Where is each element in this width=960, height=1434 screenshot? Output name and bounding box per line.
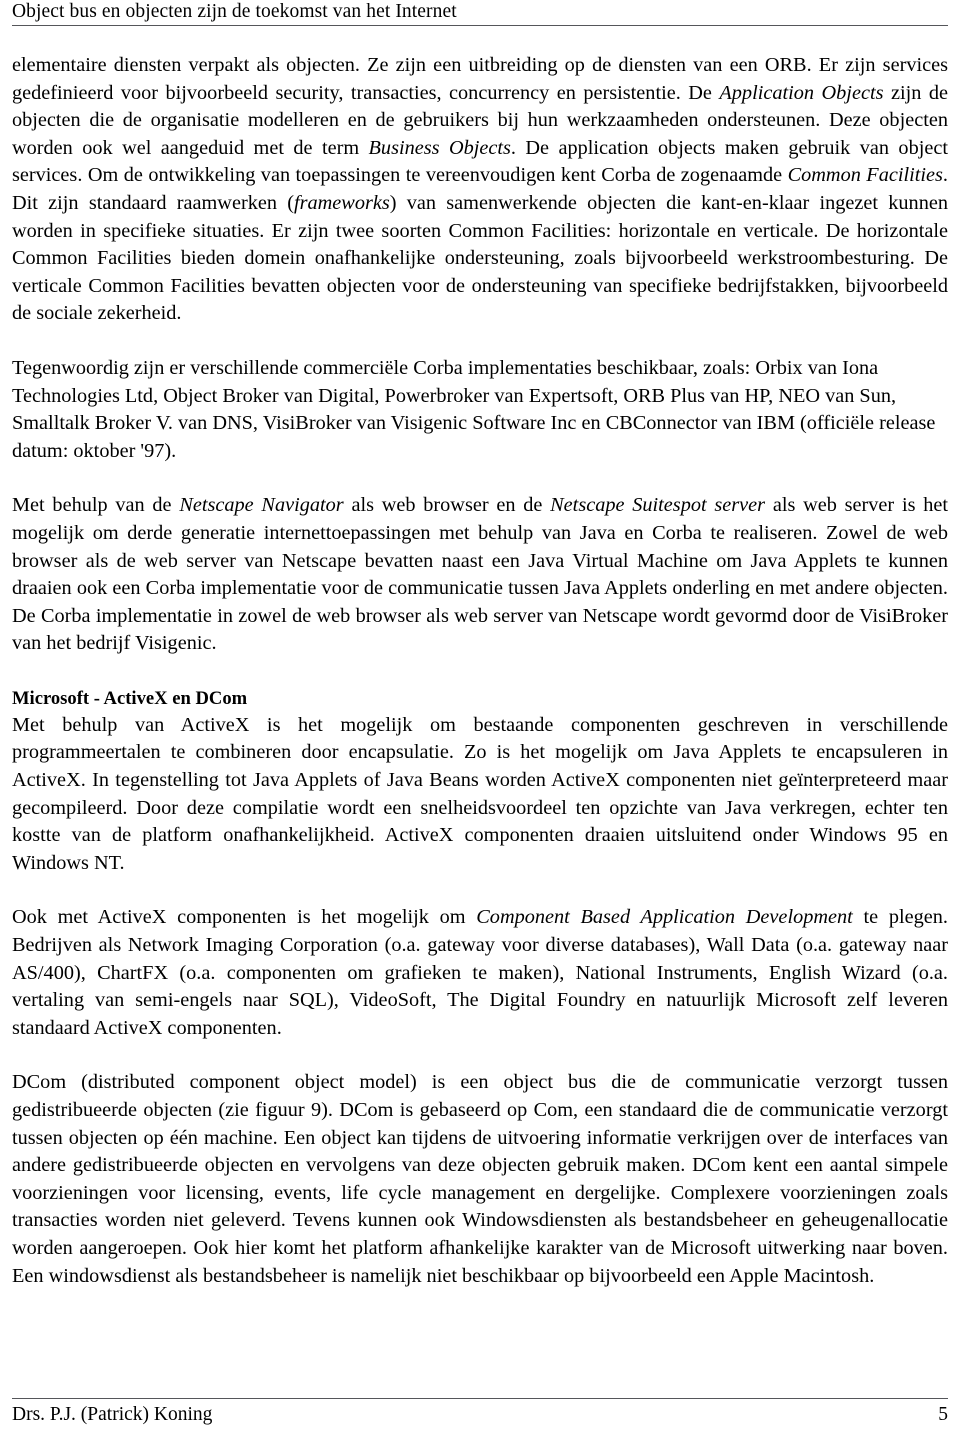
emphasis-netscape-navigator: Netscape Navigator bbox=[179, 494, 344, 517]
emphasis-frameworks: frameworks bbox=[293, 191, 390, 214]
page-body: elementaire diensten verpakt als objecte… bbox=[12, 52, 948, 1290]
header-divider bbox=[12, 25, 948, 26]
text-run: Met behulp van de bbox=[12, 494, 180, 517]
emphasis-component-based-application-development: Component Based Application Development bbox=[476, 906, 853, 929]
paragraph-corba-services: elementaire diensten verpakt als objecte… bbox=[12, 52, 948, 328]
text-run: als web browser en de bbox=[343, 494, 551, 517]
paragraph-component-based-development: Ook met ActiveX componenten is het mogel… bbox=[12, 904, 948, 1042]
emphasis-common-facilities: Common Facilities bbox=[787, 164, 943, 187]
section-heading-microsoft: Microsoft - ActiveX en DCom bbox=[12, 687, 248, 709]
paragraph-activex: Met behulp van ActiveX is het mogelijk o… bbox=[12, 713, 948, 874]
page-footer: Drs. P.J. (Patrick) Koning 5 bbox=[12, 1398, 948, 1428]
page-header: Object bus en objecten zijn de toekomst … bbox=[12, 0, 948, 26]
section-microsoft: Microsoft - ActiveX en DCom Met behulp v… bbox=[12, 685, 948, 878]
paragraph-netscape: Met behulp van de Netscape Navigator als… bbox=[12, 492, 948, 658]
header-title: Object bus en objecten zijn de toekomst … bbox=[12, 1, 457, 22]
emphasis-netscape-suitespot-server: Netscape Suitespot server bbox=[550, 494, 766, 517]
text-run: als web server is het mogelijk om derde … bbox=[12, 494, 949, 655]
paragraph-corba-implementations: Tegenwoordig zijn er verschillende comme… bbox=[12, 356, 936, 462]
document-page: Object bus en objecten zijn de toekomst … bbox=[0, 0, 960, 1434]
footer-divider bbox=[12, 1398, 948, 1399]
text-run: Ook met ActiveX componenten is het mogel… bbox=[12, 906, 477, 929]
paragraph-dcom: DCom (distributed component object model… bbox=[12, 1071, 948, 1287]
emphasis-business-objects: Business Objects bbox=[368, 136, 511, 159]
footer-page-number: 5 bbox=[938, 1404, 948, 1425]
footer-author: Drs. P.J. (Patrick) Koning bbox=[12, 1404, 213, 1425]
emphasis-application-objects: Application Objects bbox=[719, 81, 884, 104]
